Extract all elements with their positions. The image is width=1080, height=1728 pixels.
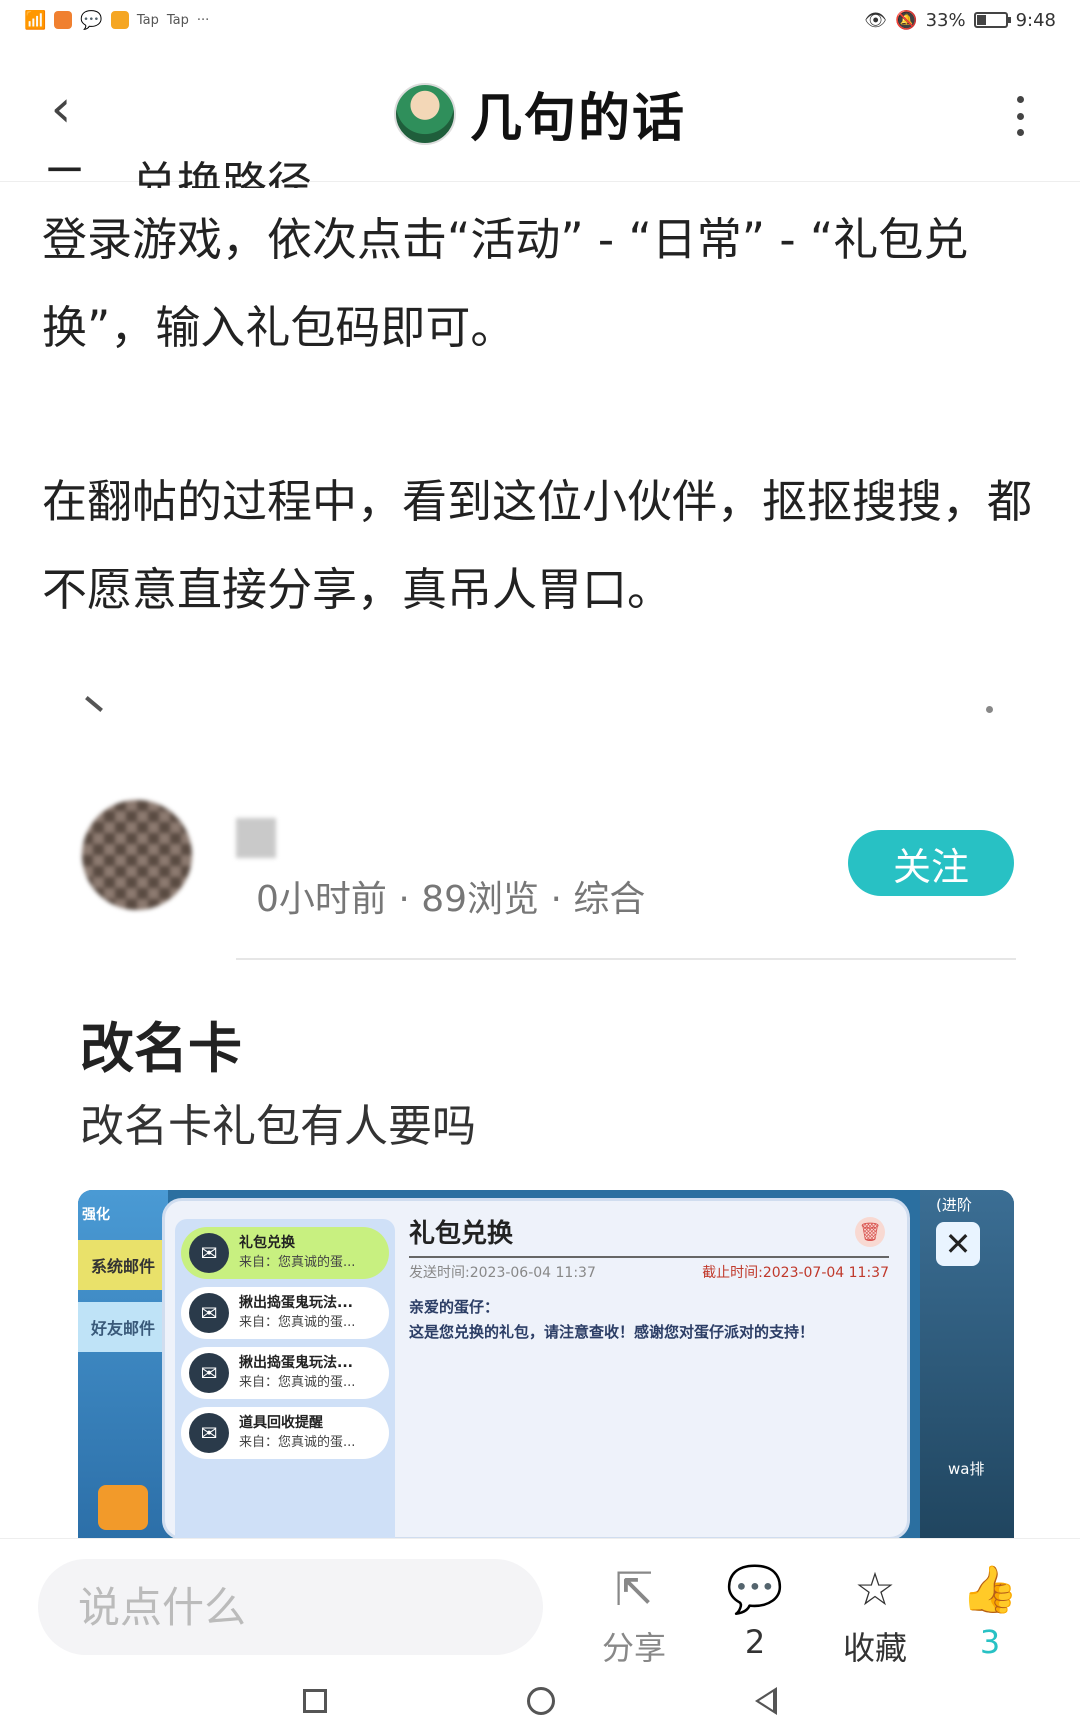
post-title: 改名卡 [80, 1017, 242, 1080]
mail-times: 发送时间:2023-06-04 11:37 截止时间:2023-07-04 11… [409, 1262, 889, 1282]
mail-item: ✉ 揪出捣蛋鬼玩法... 来自：您真诚的蛋... [181, 1347, 389, 1399]
video-app-icon [110, 11, 129, 29]
share-label: 分享 [601, 1629, 666, 1667]
mail-detail-title: 礼包兑换 [409, 1219, 514, 1249]
thumbs-up-icon: 👍 [961, 1562, 1019, 1616]
embedded-post-screenshot: 0小时前 · 89浏览 · 综合 关注 改名卡 改名卡礼包有人要吗 强化 系统邮… [60, 790, 1020, 1540]
wechat-icon: 💬 [80, 9, 103, 31]
share-button[interactable]: ⇱ 分享 [584, 1561, 684, 1669]
mail-from: 来自：您真诚的蛋... [239, 1435, 356, 1450]
mail-title: 揪出捣蛋鬼玩法... [239, 1355, 353, 1371]
recent-apps-icon[interactable] [303, 1689, 327, 1713]
mail-title: 揪出捣蛋鬼玩法... [239, 1295, 353, 1311]
section-heading: 二、兑换路径 [42, 157, 313, 188]
comment-icon: 💬 [726, 1562, 784, 1616]
bottom-action-bar: ⇱ 分享 💬 2 ☆ 收藏 👍 3 [0, 1538, 1080, 1674]
crop-mark-left [85, 696, 103, 712]
clock: 9:48 [1015, 9, 1056, 31]
close-icon: ✕ [936, 1222, 980, 1266]
comment-input[interactable] [38, 1559, 543, 1655]
status-right: 👁 🔕 33% 9:48 [864, 10, 1056, 31]
post-meta: 0小时前 · 89浏览 · 综合 [256, 879, 646, 920]
mail-title: 道具回收提醒 [239, 1415, 323, 1431]
taptap-label-2: Tap [166, 12, 189, 28]
game-sidebar: 强化 系统邮件 好友邮件 [78, 1190, 168, 1540]
game-right-label-2: wa排 [948, 1460, 985, 1478]
envelope-icon: ✉ [189, 1413, 229, 1453]
mail-title: 礼包兑换 [239, 1235, 295, 1251]
eye-icon: 👁 [864, 9, 888, 31]
like-count: 3 [979, 1623, 1001, 1661]
home-icon[interactable] [527, 1687, 555, 1715]
status-left: 📶 💬 Tap Tap ··· [24, 10, 209, 31]
share-icon: ⇱ [614, 1562, 654, 1616]
divider [236, 958, 1016, 960]
favorite-label: 收藏 [842, 1629, 907, 1667]
mail-from: 来自：您真诚的蛋... [239, 1315, 356, 1330]
battery-icon [973, 12, 1011, 28]
envelope-icon: ✉ [189, 1233, 229, 1273]
status-bar: 📶 💬 Tap Tap ··· 👁 🔕 33% 9:48 [0, 0, 1080, 40]
poster-name-blurred [236, 818, 276, 858]
game-tab-system-mail: 系统邮件 [78, 1240, 168, 1290]
envelope-icon: ✉ [189, 1353, 229, 1393]
comment-button[interactable]: 💬 2 [705, 1561, 805, 1661]
article-paragraph-2: 在翻帖的过程中，看到这位小伙伴，抠抠搜搜，都不愿意直接分享，真吊人胃口。 [42, 475, 1033, 616]
mail-greeting: 亲爱的蛋仔： [409, 1298, 500, 1316]
mail-panel: ✉ 礼包兑换来自：您真诚的蛋... ✉ 揪出捣蛋鬼玩法... 来自：您真诚的蛋..… [162, 1198, 910, 1540]
envelope-icon: ✉ [189, 1293, 229, 1333]
mail-detail: 礼包兑换 🗑 发送时间:2023-06-04 11:37 截止时间:2023-0… [409, 1213, 889, 1342]
star-icon: ☆ [854, 1562, 896, 1616]
mail-from: 来自：您真诚的蛋... [239, 1255, 356, 1270]
comment-count: 2 [744, 1623, 766, 1661]
game-tab-strengthen: 强化 [82, 1207, 110, 1223]
poster-avatar [82, 800, 192, 910]
more-options-button[interactable] [1010, 96, 1030, 136]
mail-from: 来自：您真诚的蛋... [239, 1375, 356, 1390]
send-time: 发送时间:2023-06-04 11:37 [409, 1265, 596, 1281]
detail-divider [409, 1256, 889, 1258]
game-screenshot: 强化 系统邮件 好友邮件 ✉ 礼包兑换来自：您真诚的蛋... ✉ 揪出捣蛋鬼玩法… [78, 1190, 1014, 1540]
article-paragraph-1: 登录游戏，依次点击“活动” - “日常” - “礼包兑换”，输入礼包码即可。 [42, 213, 969, 354]
back-triangle-icon[interactable] [755, 1687, 777, 1715]
wifi-icon: 📶 [24, 9, 47, 31]
taptap-label-1: Tap [136, 12, 159, 28]
mail-message: 这是您兑换的礼包，请注意查收！感谢您对蛋仔派对的支持！ [409, 1323, 815, 1341]
mail-item: ✉ 揪出捣蛋鬼玩法... 来自：您真诚的蛋... [181, 1287, 389, 1339]
mail-item: ✉ 礼包兑换来自：您真诚的蛋... [181, 1227, 389, 1279]
game-right-label: (进阶 [936, 1196, 972, 1214]
deadline-time: 截止时间:2023-07-04 11:37 [702, 1265, 889, 1281]
game-tab-friend-mail: 好友邮件 [78, 1302, 168, 1352]
system-nav-bar [0, 1674, 1080, 1728]
battery-fill [976, 15, 986, 25]
post-body: 改名卡礼包有人要吗 [80, 1101, 476, 1152]
author-avatar[interactable] [393, 82, 456, 145]
more-notifications: ··· [196, 12, 210, 28]
battery-percent: 33% [925, 9, 966, 31]
app-badge-icon [54, 11, 73, 29]
gift-icon [98, 1485, 148, 1530]
trash-icon: 🗑 [855, 1217, 885, 1247]
mute-icon: 🔕 [895, 9, 918, 31]
follow-button[interactable]: 关注 [848, 830, 1014, 896]
like-button[interactable]: 👍 3 [940, 1561, 1040, 1661]
mail-item: ✉ 道具回收提醒来自：您真诚的蛋... [181, 1407, 389, 1459]
crop-mark-right [986, 706, 993, 713]
favorite-button[interactable]: ☆ 收藏 [825, 1561, 925, 1669]
mail-list: ✉ 礼包兑换来自：您真诚的蛋... ✉ 揪出捣蛋鬼玩法... 来自：您真诚的蛋..… [175, 1219, 395, 1540]
